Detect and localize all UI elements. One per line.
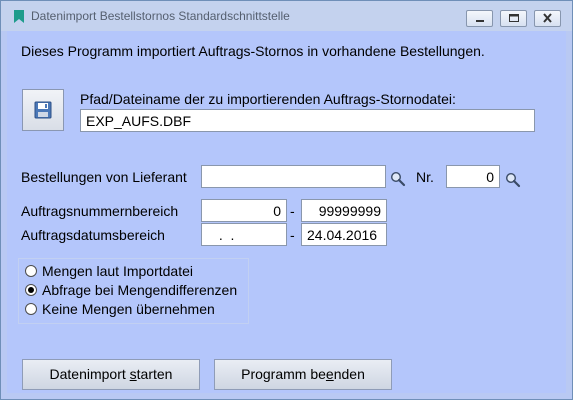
file-path-input[interactable]: EXP_AUFS.DBF <box>80 109 535 132</box>
end-program-label-suffix: nden <box>333 366 365 382</box>
maximize-icon <box>509 14 519 22</box>
supplier-label: Bestellungen von Lieferant <box>21 169 187 185</box>
title-bar: Datenimport Bestellstornos Standardschni… <box>1 1 572 31</box>
window-title: Datenimport Bestellstornos Standardschni… <box>31 9 290 23</box>
date-range-to-input[interactable]: 24.04.2016 <box>301 223 387 246</box>
close-button[interactable] <box>534 10 561 27</box>
radio-quantity-none-label[interactable]: Keine Mengen übernehmen <box>42 301 215 317</box>
start-import-button[interactable]: Datenimport starten <box>22 359 200 390</box>
start-import-label-suffix: tarten <box>136 366 173 382</box>
supplier-nr-search-icon[interactable] <box>505 172 521 188</box>
radio-quantity-import-label[interactable]: Mengen laut Importdatei <box>42 263 193 279</box>
radio-selected-dot <box>28 287 34 293</box>
radio-quantity-ask[interactable] <box>25 284 37 296</box>
end-program-button[interactable]: Programm beenden <box>214 359 392 390</box>
minimize-icon <box>476 20 484 22</box>
end-program-accelerator: e <box>325 366 334 382</box>
supplier-input[interactable] <box>201 165 386 188</box>
supplier-search-icon[interactable] <box>390 171 406 187</box>
file-path-label: Pfad/Dateiname der zu importierenden Auf… <box>80 91 456 107</box>
radio-quantity-none[interactable] <box>25 303 37 315</box>
bookmark-icon <box>14 10 24 23</box>
close-icon <box>543 13 552 23</box>
order-range-label: Auftragsnummernbereich <box>21 203 179 219</box>
radio-quantity-import[interactable] <box>25 265 37 277</box>
browse-file-button[interactable] <box>22 89 64 131</box>
dialog-body: Dieses Programm importiert Auftrags-Stor… <box>7 31 566 393</box>
end-program-label-prefix: Programm be <box>241 366 326 382</box>
supplier-nr-label: Nr. <box>416 169 434 185</box>
date-range-separator: - <box>290 227 295 243</box>
start-import-accelerator: s <box>129 366 137 382</box>
dialog-window: Datenimport Bestellstornos Standardschni… <box>0 0 573 400</box>
start-import-label-prefix: Datenimport <box>49 366 130 382</box>
supplier-nr-input[interactable]: 0 <box>446 165 500 188</box>
maximize-button[interactable] <box>500 10 527 27</box>
minimize-button[interactable] <box>466 10 493 27</box>
radio-quantity-ask-label[interactable]: Abfrage bei Mengendifferenzen <box>42 282 237 298</box>
order-range-separator: - <box>290 203 295 219</box>
date-range-label: Auftragsdatumsbereich <box>21 227 165 243</box>
order-range-to-input[interactable]: 99999999 <box>301 199 387 222</box>
date-range-from-input[interactable]: . . <box>201 223 287 246</box>
floppy-disk-icon <box>34 101 52 119</box>
intro-text: Dieses Programm importiert Auftrags-Stor… <box>21 43 485 59</box>
order-range-from-input[interactable]: 0 <box>201 199 287 222</box>
